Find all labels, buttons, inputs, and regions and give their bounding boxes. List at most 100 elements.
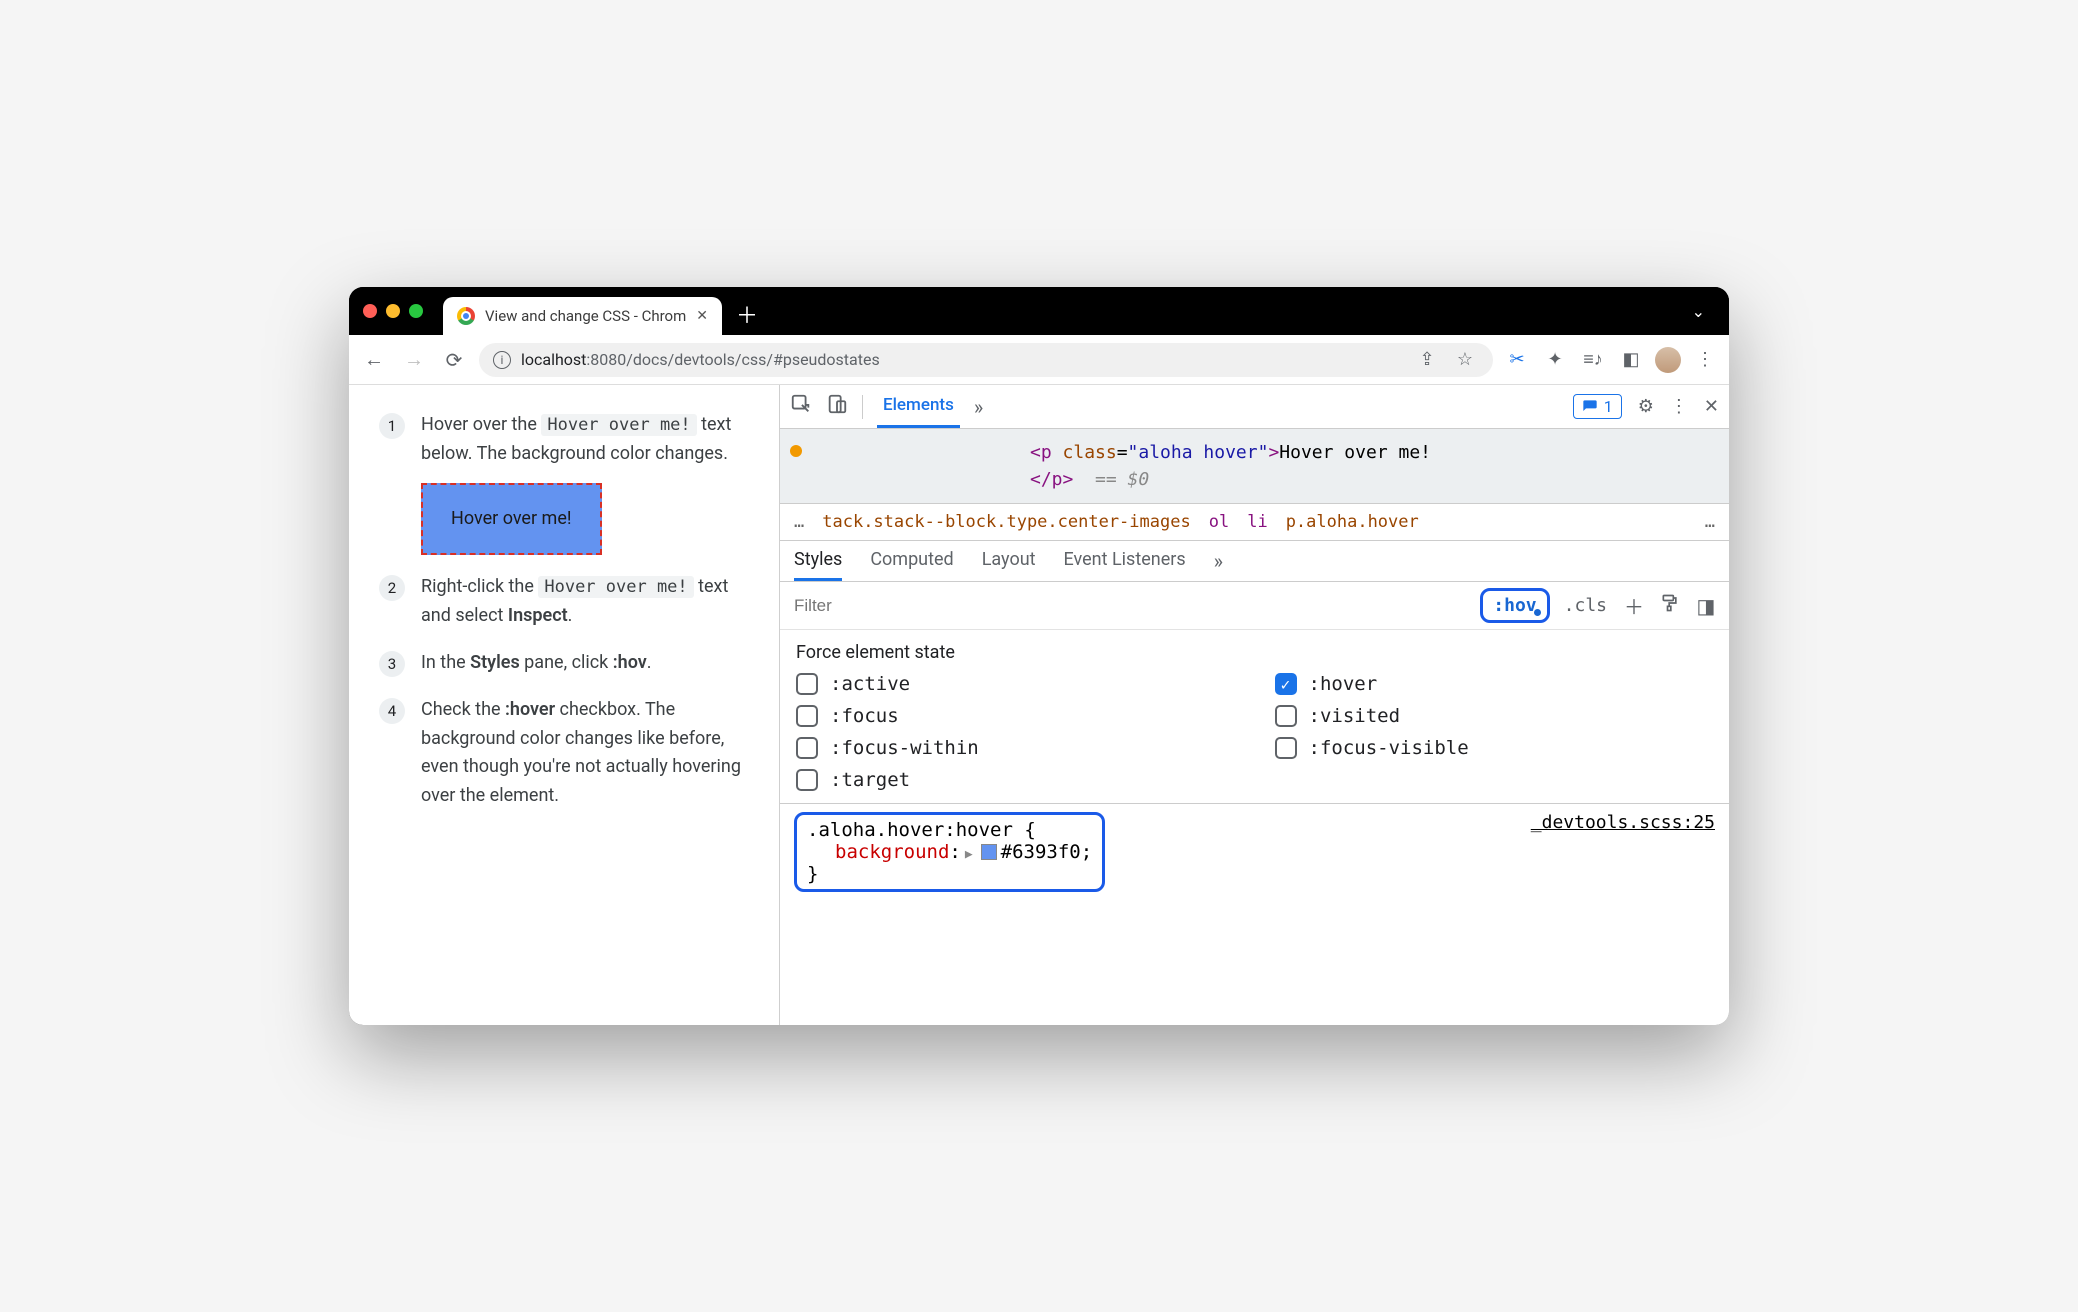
devtools-toolbar: Elements » 1 ⚙ ⋮ ✕ [780,385,1729,429]
new-rule-icon[interactable]: ＋ [1621,591,1647,620]
extensions-icon[interactable]: ✦ [1541,349,1569,370]
checkbox-icon[interactable] [796,705,818,727]
site-info-icon[interactable]: i [493,351,511,369]
state-visited[interactable]: :visited [1275,705,1714,727]
computed-panel-icon[interactable]: ◨ [1693,594,1719,618]
step-text: . [568,605,573,626]
state-hover[interactable]: ✓:hover [1275,673,1714,695]
dom-text: Hover over me! [1279,442,1431,463]
new-tab-button[interactable]: ＋ [732,298,762,330]
step-bold: :hov [613,652,647,673]
close-devtools-icon[interactable]: ✕ [1704,396,1719,417]
checkbox-checked-icon[interactable]: ✓ [1275,673,1297,695]
bookmark-icon[interactable]: ☆ [1451,349,1479,370]
maximize-window-icon[interactable] [409,304,423,318]
checkbox-icon[interactable] [1275,705,1297,727]
step-text: Check the [421,699,505,720]
step-number: 1 [379,413,405,439]
step-number: 4 [379,698,405,724]
crumb-overflow-icon[interactable]: … [794,512,804,532]
device-toggle-icon[interactable] [826,393,848,420]
window-controls [363,304,423,318]
back-button[interactable]: ← [359,347,389,372]
modified-indicator-icon [790,445,802,457]
checkbox-icon[interactable] [796,769,818,791]
forward-button[interactable]: → [399,347,429,372]
step-4: 4 Check the :hover checkbox. The backgro… [379,696,749,811]
close-tab-icon[interactable]: ✕ [696,308,708,324]
devtools-panel: Elements » 1 ⚙ ⋮ ✕ <p class="aloha hover… [779,385,1729,1025]
step-text: Right-click the [421,576,538,597]
hov-toggle-button[interactable]: :hov [1480,588,1549,623]
tab-layout[interactable]: Layout [982,549,1036,581]
url-port: :8080 [586,350,626,369]
state-focus-visible[interactable]: :focus-visible [1275,737,1714,759]
expand-icon[interactable]: ▶ [965,847,973,862]
step-bold: Inspect [508,605,568,626]
step-bold: :hover [505,699,555,720]
tabs-dropdown-icon[interactable]: ⌄ [1692,302,1705,321]
profile-avatar[interactable] [1655,347,1681,373]
crumb-item[interactable]: li [1247,512,1267,532]
crumb-overflow-icon[interactable]: … [1705,512,1715,532]
settings-icon[interactable]: ⚙ [1638,396,1654,417]
reload-button[interactable]: ⟳ [439,348,469,372]
minimize-window-icon[interactable] [386,304,400,318]
state-active[interactable]: :active [796,673,1235,695]
rule-source-link[interactable]: _devtools.scss:25 [1531,812,1715,833]
state-target[interactable]: :target [796,769,1235,791]
browser-tab[interactable]: View and change CSS - Chrom ✕ [443,297,722,335]
cls-toggle-button[interactable]: .cls [1560,595,1611,616]
reading-list-icon[interactable]: ≡♪ [1579,349,1607,370]
close-window-icon[interactable] [363,304,377,318]
tab-event-listeners[interactable]: Event Listeners [1064,549,1186,581]
state-focus[interactable]: :focus [796,705,1235,727]
scissors-icon[interactable]: ✂ [1503,349,1531,370]
checkbox-icon[interactable] [796,673,818,695]
rule-selector: .aloha.hover:hover { [807,819,1036,841]
step-3: 3 In the Styles pane, click :hov. [379,649,749,678]
css-rule-highlight[interactable]: .aloha.hover:hover { background:▶#6393f0… [794,812,1105,892]
crumb-item[interactable]: ol [1209,512,1229,532]
browser-window: View and change CSS - Chrom ✕ ＋ ⌄ ← → ⟳ … [349,287,1729,1025]
tab-styles[interactable]: Styles [794,549,842,581]
step-number: 2 [379,575,405,601]
issues-badge[interactable]: 1 [1573,394,1622,419]
dom-tree[interactable]: <p class="aloha hover">Hover over me! </… [780,429,1729,503]
css-rule: .aloha.hover:hover { background:▶#6393f0… [780,804,1729,900]
inspect-icon[interactable] [790,393,812,420]
rule-property: background [835,841,949,863]
more-tabs-icon[interactable]: » [974,395,983,419]
dom-tag: <p [1030,442,1063,463]
rule-value: #6393f0 [1001,841,1081,863]
step-2: 2 Right-click the Hover over me! text an… [379,573,749,631]
color-swatch-icon[interactable] [981,844,997,860]
styles-tab-bar: Styles Computed Layout Event Listeners » [780,541,1729,582]
tab-title: View and change CSS - Chrom [485,307,686,325]
more-styles-tabs-icon[interactable]: » [1214,549,1223,581]
tab-elements[interactable]: Elements [877,385,960,428]
code-snippet: Hover over me! [541,414,696,436]
kebab-menu-icon[interactable]: ⋮ [1670,396,1688,417]
state-focus-within[interactable]: :focus-within [796,737,1235,759]
step-text: pane, click [520,652,613,673]
address-bar[interactable]: i localhost:8080/docs/devtools/css/#pseu… [479,343,1493,377]
step-text: Hover over the [421,414,541,435]
hover-demo-element[interactable]: Hover over me! [421,483,602,556]
rule-close: } [807,863,818,885]
styles-filter-bar: :hov .cls ＋ ◨ [780,582,1729,630]
filter-input[interactable] [790,592,1470,620]
menu-icon[interactable]: ⋮ [1691,349,1719,370]
code-snippet: Hover over me! [538,576,693,598]
chrome-icon [457,307,475,325]
force-state-title: Force element state [796,642,1713,663]
side-panel-icon[interactable]: ◧ [1617,349,1645,370]
step-bold: Styles [470,652,520,673]
crumb-item[interactable]: tack.stack--block.type.center-images [822,512,1190,532]
checkbox-icon[interactable] [796,737,818,759]
share-icon[interactable]: ⇪ [1413,349,1441,370]
checkbox-icon[interactable] [1275,737,1297,759]
crumb-item-selected[interactable]: p.aloha.hover [1286,512,1419,532]
tab-computed[interactable]: Computed [870,549,953,581]
paint-tool-icon[interactable] [1657,593,1683,618]
